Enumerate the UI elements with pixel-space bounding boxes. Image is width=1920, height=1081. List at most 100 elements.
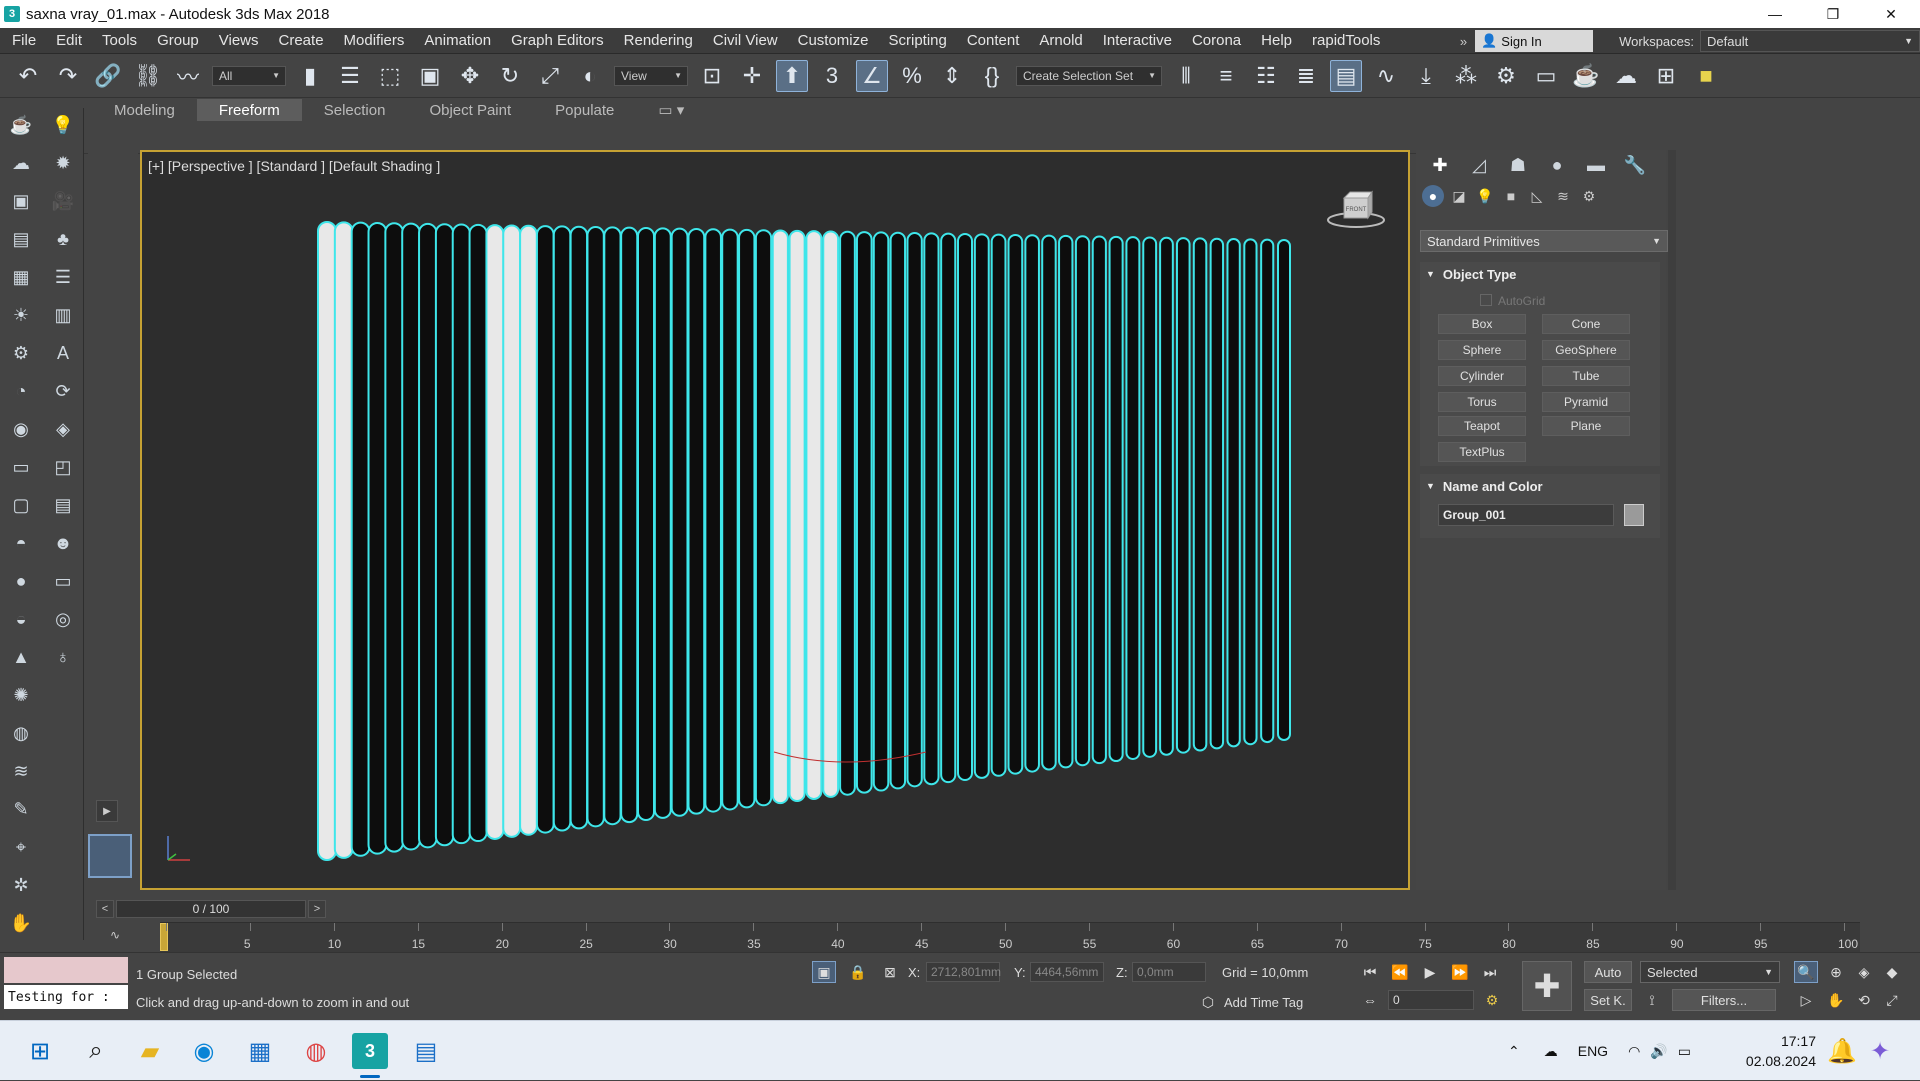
menu-edit[interactable]: Edit	[46, 32, 92, 49]
tab-modeling[interactable]: Modeling	[92, 99, 197, 121]
radiator-column[interactable]	[1209, 237, 1225, 750]
radiator-column[interactable]	[451, 223, 471, 845]
render-icon[interactable]: ◈	[50, 416, 76, 442]
radiator-column[interactable]	[401, 222, 421, 851]
sticky-note-icon[interactable]: ■	[1690, 60, 1722, 92]
sphere-button[interactable]: Sphere	[1438, 340, 1526, 360]
menu-arnold[interactable]: Arnold	[1029, 32, 1092, 49]
next-key-icon[interactable]: ⏩	[1448, 961, 1472, 983]
zoom-extents-icon[interactable]: ◈	[1852, 961, 1876, 983]
render-setup-icon[interactable]: ⚙	[1490, 60, 1522, 92]
add-time-tag-button[interactable]: Add Time Tag	[1224, 995, 1303, 1010]
key-filters-button[interactable]: Filters...	[1672, 989, 1776, 1011]
align-icon[interactable]: ≡	[1210, 60, 1242, 92]
cylinder-button[interactable]: Cylinder	[1438, 366, 1526, 386]
radiator-column[interactable]	[1125, 236, 1141, 760]
lights-category-icon[interactable]: 💡	[1474, 185, 1496, 207]
name-color-header[interactable]: Name and Color	[1420, 474, 1660, 498]
battery-icon[interactable]: ▭	[1678, 1043, 1691, 1060]
hand-icon[interactable]: ✋	[8, 910, 34, 936]
radiator-column[interactable]	[1091, 235, 1107, 765]
timeline-track[interactable]: 5 10 15 20 25 30 35 40 45 50 55 60 65 70 75 80 85 90 95 100	[160, 922, 1860, 952]
radiator-column[interactable]	[1024, 234, 1040, 773]
radiator-column[interactable]	[1277, 239, 1291, 741]
undo-icon[interactable]: ↶	[12, 60, 44, 92]
radiator-column[interactable]	[1041, 234, 1057, 771]
time-tag-icon[interactable]: ⬡	[1196, 991, 1220, 1013]
radiator-column[interactable]	[771, 229, 789, 805]
file-explorer-icon[interactable]: ▰	[132, 1033, 168, 1069]
gear-small-icon[interactable]: ⚙	[8, 340, 34, 366]
orbit-icon[interactable]: ⟲	[1852, 989, 1876, 1011]
table-icon[interactable]: ▦	[8, 264, 34, 290]
hierarchy-tab-icon[interactable]: ☗	[1502, 151, 1534, 179]
tube-button[interactable]: Tube	[1542, 366, 1630, 386]
radiator-column[interactable]	[1226, 238, 1241, 748]
radiator-column[interactable]	[434, 223, 455, 847]
wifi-icon[interactable]: ◠	[1628, 1043, 1640, 1060]
absolute-mode-icon[interactable]: ⊠	[878, 961, 902, 983]
radiator-column[interactable]	[1007, 233, 1024, 775]
next-frame-button[interactable]: >	[308, 900, 326, 918]
prev-frame-button[interactable]: <	[96, 900, 114, 918]
teapot-button[interactable]: Teapot	[1438, 416, 1526, 436]
redo-icon[interactable]: ↷	[52, 60, 84, 92]
menu-corona[interactable]: Corona	[1182, 32, 1251, 49]
schematic-view-icon[interactable]: ⤓	[1410, 60, 1442, 92]
pivot-center-icon[interactable]: ⊡	[696, 60, 728, 92]
radiator-column[interactable]	[350, 221, 371, 857]
radiator-column[interactable]	[805, 230, 823, 800]
menu-create[interactable]: Create	[269, 32, 334, 49]
radiator-column[interactable]	[973, 233, 990, 779]
radiator-column[interactable]	[1159, 236, 1174, 756]
radiator-column[interactable]	[1074, 235, 1091, 767]
rendered-frame-window-icon[interactable]: ▭	[1530, 60, 1562, 92]
light-icon[interactable]: 💡	[50, 112, 76, 138]
refresh-icon[interactable]: ⟳	[50, 378, 76, 404]
percent-snap-icon[interactable]: %	[896, 60, 928, 92]
tab-selection[interactable]: Selection	[302, 99, 408, 121]
document-icon[interactable]: ▤	[8, 226, 34, 252]
radiator-column[interactable]	[485, 224, 505, 840]
systems-category-icon[interactable]: ⚙	[1578, 185, 1600, 207]
keyboard-shortcut-override-icon[interactable]: ⬆	[776, 59, 808, 92]
key-filter-select[interactable]: Selected	[1640, 961, 1780, 983]
menu-tools[interactable]: Tools	[92, 32, 147, 49]
radiator-column[interactable]	[788, 229, 806, 803]
utilities-tab-wrench-icon[interactable]: 🔧	[1619, 151, 1651, 179]
radiator-column[interactable]	[721, 228, 739, 811]
menu-file[interactable]: File	[0, 32, 46, 49]
3dsmax-taskbar-icon[interactable]: 3	[352, 1033, 388, 1069]
sphere-light-icon[interactable]: ◔	[8, 378, 34, 404]
scene-geometry[interactable]	[142, 152, 1408, 888]
compass-icon[interactable]: ⌖	[8, 834, 34, 860]
radiator-column[interactable]	[653, 227, 672, 819]
radiator-column[interactable]	[317, 221, 337, 861]
radiator-column[interactable]	[384, 222, 404, 853]
teapot-icon[interactable]: ☕	[8, 112, 34, 138]
search-icon[interactable]: ⌕	[78, 1033, 114, 1069]
prev-key-icon[interactable]: ⏪	[1388, 961, 1412, 983]
spinner-snap-icon[interactable]: ⇕	[936, 60, 968, 92]
store-icon[interactable]: ▦	[242, 1033, 278, 1069]
mirror-icon[interactable]: ⫴	[1170, 60, 1202, 92]
radiator-column[interactable]	[754, 229, 773, 807]
radiator-column[interactable]	[855, 231, 873, 794]
primitive-category-select[interactable]: Standard Primitives	[1420, 230, 1668, 252]
tab-freeform[interactable]: Freeform	[196, 99, 302, 121]
key-mode-icon[interactable]: ⇔	[1358, 989, 1382, 1011]
select-by-name-icon[interactable]: ☰	[334, 60, 366, 92]
radiator-column[interactable]	[1243, 238, 1258, 746]
material-editor-icon[interactable]: ⁂	[1450, 60, 1482, 92]
auto-key-button[interactable]: Auto	[1584, 961, 1632, 983]
radiator-column[interactable]	[738, 228, 756, 809]
viewport-layout-thumbnail[interactable]	[88, 834, 132, 878]
render-production-icon[interactable]: ☕	[1570, 60, 1602, 92]
radiator-column[interactable]	[1058, 234, 1074, 769]
pyramid-button[interactable]: Pyramid	[1542, 392, 1630, 412]
object-color-swatch[interactable]	[1624, 504, 1644, 526]
move-icon[interactable]: ✥	[454, 60, 486, 92]
time-slider[interactable]: 0 / 100	[116, 900, 306, 918]
radiator-column[interactable]	[704, 228, 722, 813]
radiator-column[interactable]	[1142, 236, 1158, 758]
